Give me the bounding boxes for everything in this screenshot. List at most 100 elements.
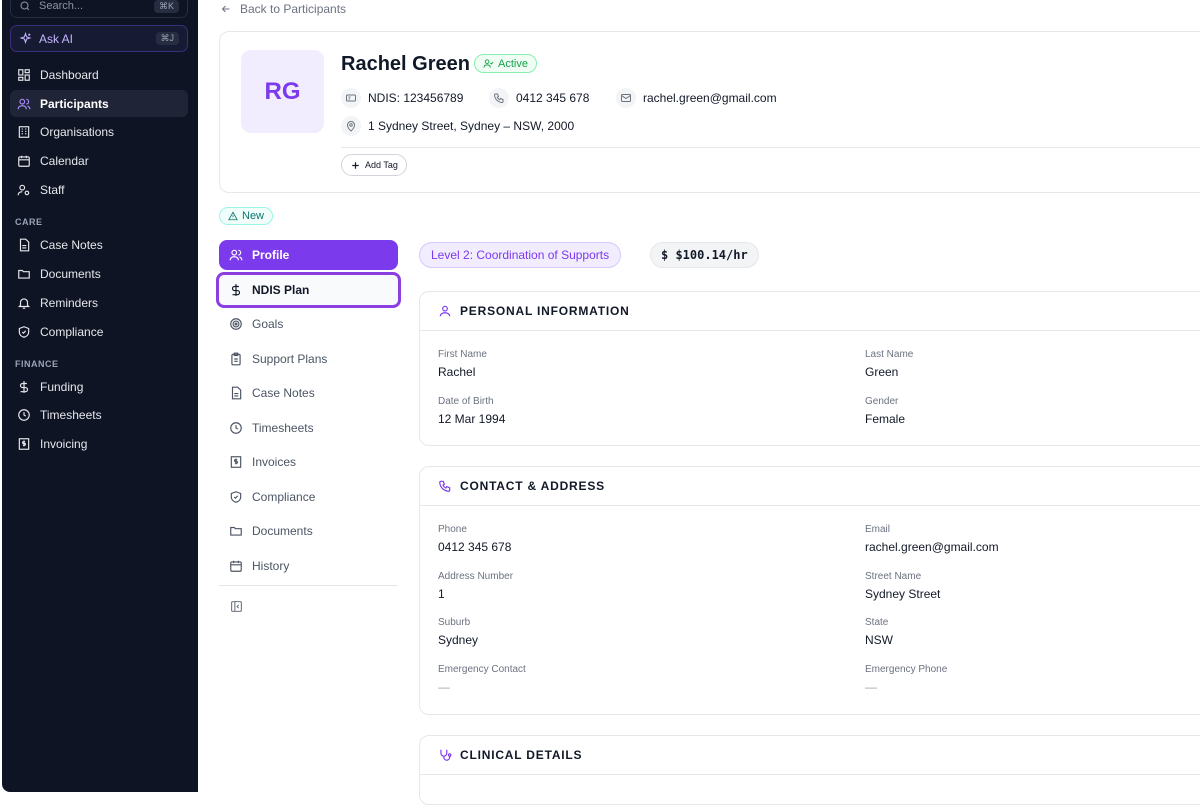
field-first-name: First Name Rachel <box>438 349 487 379</box>
sidebar-item-participants[interactable]: Participants <box>10 90 188 117</box>
clinical-details-card: CLINICAL DETAILS <box>419 735 1200 805</box>
tab-timesheets[interactable]: Timesheets <box>219 413 398 443</box>
field-email: Email rachel.green@gmail.com <box>865 524 999 554</box>
back-link[interactable]: Back to Participants <box>220 2 346 16</box>
tab-label: NDIS Plan <box>252 283 310 297</box>
email-address-text: rachel.green@gmail.com <box>643 91 777 105</box>
sparkle-icon <box>19 32 32 45</box>
field-phone: Phone 0412 345 678 <box>438 524 511 554</box>
participant-header-card: RG Rachel Green Active NDIS: 123456789 0… <box>219 31 1200 193</box>
tab-ndis-plan[interactable]: NDIS Plan <box>216 272 401 308</box>
sidebar-item-label: Case Notes <box>40 237 103 252</box>
tab-profile[interactable]: Profile <box>219 240 398 270</box>
sidebar-item-staff[interactable]: Staff <box>10 176 188 203</box>
address-text: 1 Sydney Street, Sydney – NSW, 2000 <box>368 119 575 133</box>
sidebar-item-reminders[interactable]: Reminders <box>10 289 188 316</box>
add-tag-label: Add Tag <box>365 160 398 170</box>
search-shortcut: ⌘K <box>153 0 179 13</box>
field-last-name: Last Name Green <box>865 349 913 379</box>
tab-label: Invoices <box>252 455 297 469</box>
section-label-care: CARE <box>15 217 43 227</box>
dollar-icon <box>19 380 29 393</box>
field-label: Last Name <box>865 349 914 360</box>
sidebar-item-compliance[interactable]: Compliance <box>10 318 188 345</box>
user-check-icon <box>483 59 494 68</box>
sidebar-item-timesheets[interactable]: Timesheets <box>10 401 188 428</box>
phone-number[interactable]: 0412 345 678 <box>489 88 589 108</box>
field-value: — <box>865 680 877 694</box>
sidebar-item-label: Calendar <box>40 153 89 168</box>
sidebar-item-funding[interactable]: Funding <box>10 373 188 400</box>
user-icon <box>439 305 451 317</box>
tab-documents[interactable]: Documents <box>219 516 398 546</box>
sidebar-item-organisations[interactable]: Organisations <box>10 118 188 145</box>
tab-label: History <box>252 559 290 573</box>
field-value: Rachel <box>438 365 476 379</box>
add-tag-button[interactable]: Add Tag <box>341 154 407 176</box>
sidebar-item-label: Staff <box>40 182 65 197</box>
clipboard-icon <box>231 352 241 366</box>
sidebar-item-documents[interactable]: Documents <box>10 260 188 287</box>
collapse-panel-icon[interactable] <box>230 600 243 613</box>
ask-ai-shortcut: ⌘J <box>155 32 179 45</box>
sidebar-item-case-notes[interactable]: Case Notes <box>10 231 188 258</box>
sidebar-item-invoicing[interactable]: Invoicing <box>10 430 188 457</box>
tab-invoices[interactable]: Invoices <box>219 447 398 477</box>
field-label: Suburb <box>438 617 471 628</box>
field-label: Date of Birth <box>438 396 494 407</box>
field-gender: Gender Female <box>865 396 905 426</box>
tab-label: Profile <box>252 248 290 262</box>
field-value: 0412 345 678 <box>438 540 512 554</box>
phone-icon <box>439 480 451 492</box>
mail-icon <box>616 88 636 108</box>
tabs-divider <box>219 585 398 586</box>
sidebar-item-label: Funding <box>40 379 84 394</box>
bell-icon <box>17 297 31 309</box>
tab-compliance[interactable]: Compliance <box>219 482 398 512</box>
status-badge: Active <box>474 54 537 73</box>
sidebar-item-dashboard[interactable]: Dashboard <box>10 61 188 88</box>
calendar-icon <box>18 155 30 167</box>
shield-icon <box>18 325 30 338</box>
field-value: — <box>438 680 450 694</box>
ask-ai-button[interactable]: Ask AI ⌘J <box>10 25 188 52</box>
field-label: Address Number <box>438 571 514 582</box>
field-state: State NSW <box>865 617 893 647</box>
support-level-badge: Level 2: Coordination of Supports <box>419 242 622 268</box>
field-address-number: Address Number 1 <box>438 571 513 601</box>
avatar: RG <box>241 50 324 133</box>
field-date-of-birth: Date of Birth 12 Mar 1994 <box>438 396 505 426</box>
tab-label: Timesheets <box>252 421 314 435</box>
users-icon <box>17 98 31 109</box>
map-pin-icon <box>341 116 361 136</box>
tab-case-notes[interactable]: Case Notes <box>219 378 398 408</box>
field-value: 12 Mar 1994 <box>438 412 506 426</box>
tab-history[interactable]: History <box>219 551 398 581</box>
tab-label: Documents <box>252 524 313 538</box>
search-input[interactable]: Search... ⌘K <box>10 0 188 18</box>
tab-support-plans[interactable]: Support Plans <box>219 344 398 374</box>
id-card-icon <box>341 88 361 108</box>
folder-icon <box>230 526 242 536</box>
field-value: 1 <box>438 587 445 601</box>
sidebar-item-label: Organisations <box>40 124 115 139</box>
email-address[interactable]: rachel.green@gmail.com <box>616 88 777 108</box>
field-label: Phone <box>438 524 467 535</box>
plus-icon <box>352 161 359 169</box>
clock-icon <box>18 408 30 421</box>
sidebar-item-calendar[interactable]: Calendar <box>10 147 188 174</box>
tab-label: Compliance <box>252 490 316 504</box>
participant-name: Rachel Green <box>341 53 470 75</box>
app-frame: Search... ⌘K Ask AI ⌘J Dashboard Partici… <box>0 0 1200 805</box>
search-placeholder: Search... <box>39 0 84 12</box>
folder-icon <box>18 269 30 279</box>
tab-label: Support Plans <box>252 352 328 366</box>
tab-goals[interactable]: Goals <box>219 309 398 339</box>
card-header: CONTACT & ADDRESS <box>420 467 1200 506</box>
invoice-icon <box>230 456 242 468</box>
ask-ai-label: Ask AI <box>39 31 74 46</box>
status-label: Active <box>498 57 528 70</box>
contact-address-card: CONTACT & ADDRESS Phone 0412 345 678 Ema… <box>419 466 1200 715</box>
sidebar-item-label: Invoicing <box>40 436 88 451</box>
sidebar-item-label: Dashboard <box>40 67 99 82</box>
